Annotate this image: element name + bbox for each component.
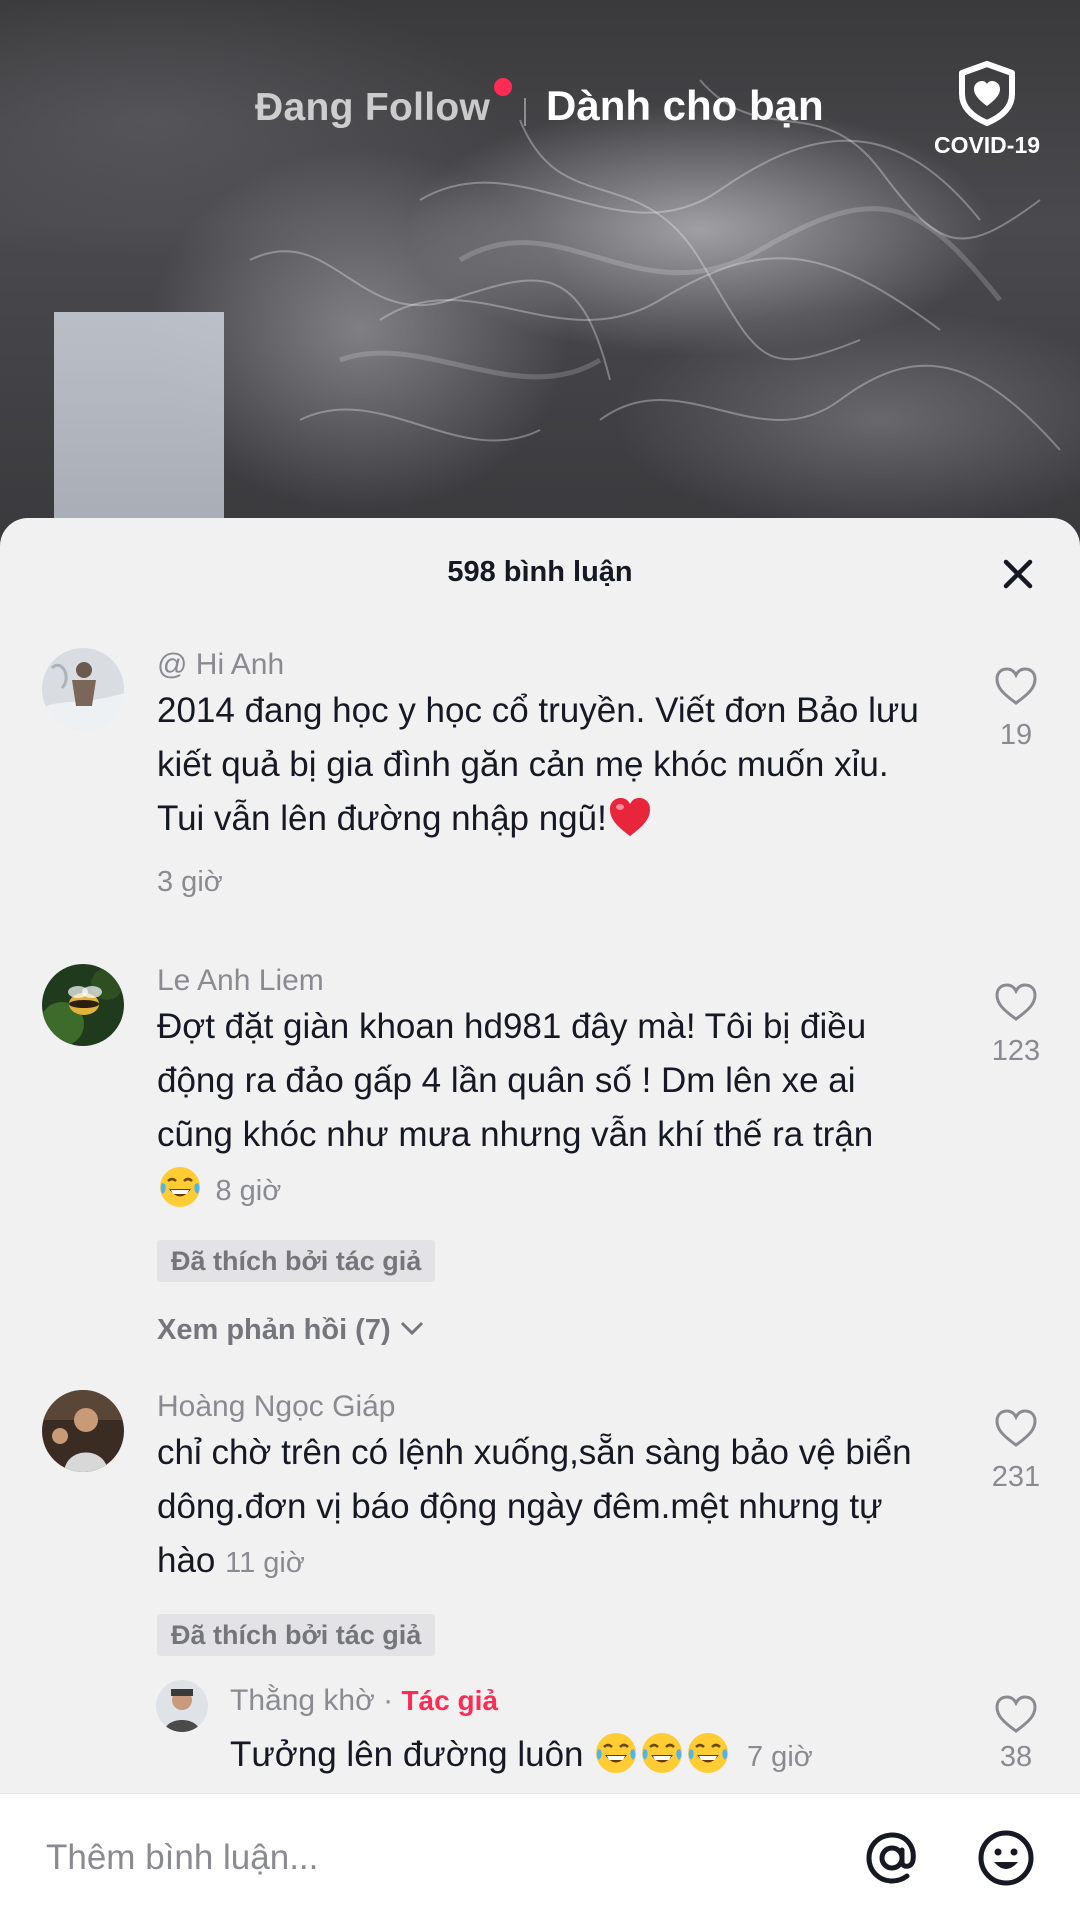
like-button[interactable]: 123: [990, 982, 1042, 1068]
comment-text: 2014 đang học y học cổ truyền. Viết đơn …: [157, 684, 937, 846]
notification-dot: [494, 78, 512, 96]
reply-text: Tưởng lên đường luôn 7 giờ: [230, 1728, 813, 1784]
view-replies-label: Xem phản hồi (7): [157, 1314, 391, 1346]
avatar[interactable]: [42, 1390, 124, 1472]
comment-body: Đợt đặt giàn khoan hd981 đây mà! Tôi bị …: [157, 1007, 874, 1154]
avatar[interactable]: [156, 1680, 208, 1732]
like-button[interactable]: 231: [990, 1408, 1042, 1494]
tears-of-joy-emoji-icon: [160, 1167, 200, 1207]
comment-time: 3 giờ: [157, 866, 223, 898]
top-nav: Đang Follow Dành cho bạn: [0, 78, 1080, 138]
comments-panel: 598 bình luận @ Hi Anh 2014 đang học y h…: [0, 518, 1080, 1920]
comment-input-bar: [0, 1793, 1080, 1921]
at-sign-icon: [866, 1832, 916, 1884]
like-count: 123: [991, 1035, 1041, 1067]
covid-label: COVID-19: [933, 132, 1041, 158]
shield-heart-icon: [959, 61, 1015, 126]
reply-body: Tưởng lên đường luôn: [230, 1735, 584, 1774]
avatar[interactable]: [42, 964, 124, 1046]
red-heart-emoji-icon: [609, 798, 650, 836]
heart-outline-icon: [995, 983, 1037, 1021]
comment-body: 2014 đang học y học cổ truyền. Viết đơn …: [157, 691, 919, 838]
close-icon: [1003, 559, 1033, 589]
tab-following[interactable]: Đang Follow: [255, 86, 490, 130]
comment-time: 8 giờ: [215, 1175, 282, 1207]
comment-time: 11 giờ: [225, 1547, 305, 1579]
comment-username[interactable]: @ Hi Anh: [157, 648, 284, 682]
heart-outline-icon: [995, 667, 1037, 705]
separator-dot: ·: [383, 1684, 394, 1717]
emoji-button[interactable]: [976, 1828, 1036, 1888]
covid-button[interactable]: COVID-19: [922, 60, 1052, 165]
like-button[interactable]: 38: [990, 1694, 1042, 1774]
author-tag: Tác giả: [401, 1685, 498, 1716]
comment-username[interactable]: Le Anh Liem: [157, 964, 324, 998]
view-replies-button[interactable]: Xem phản hồi (7): [157, 1314, 425, 1347]
tears-of-joy-emoji-icon: [642, 1733, 683, 1773]
tears-of-joy-emoji-icon: [596, 1733, 637, 1773]
like-count: 19: [999, 719, 1033, 751]
tears-of-joy-emoji-icon: [688, 1733, 729, 1773]
tab-for-you[interactable]: Dành cho bạn: [546, 82, 824, 130]
liked-by-author-badge: Đã thích bởi tác giả: [157, 1240, 436, 1282]
like-count: 231: [991, 1461, 1041, 1493]
mention-button[interactable]: [862, 1828, 922, 1888]
reply-time: 7 giờ: [747, 1741, 813, 1773]
comment-meta: 8 giờ: [157, 1164, 281, 1218]
liked-by-author-badge: Đã thích bởi tác giả: [157, 1614, 436, 1656]
close-button[interactable]: [996, 552, 1040, 596]
avatar[interactable]: [42, 648, 124, 730]
chevron-down-icon: [400, 1321, 423, 1336]
like-button[interactable]: 19: [990, 666, 1042, 752]
heart-outline-icon: [995, 1409, 1037, 1447]
nav-separator: [524, 98, 526, 126]
add-comment-input[interactable]: [44, 1832, 668, 1884]
comments-count-title: 598 bình luận: [447, 556, 633, 588]
heart-outline-icon: [995, 1695, 1037, 1733]
comment-text: chỉ chờ trên có lệnh xuống,sẵn sàng bảo …: [157, 1426, 937, 1590]
comment-username[interactable]: Hoàng Ngọc Giáp: [157, 1390, 395, 1424]
comment-text: Đợt đặt giàn khoan hd981 đây mà! Tôi bị …: [157, 1000, 937, 1162]
smiley-icon: [978, 1830, 1034, 1886]
like-count: 38: [999, 1741, 1033, 1773]
reply-header: Thằng khờ · Tác giả: [230, 1684, 498, 1718]
reply-username[interactable]: Thằng khờ: [230, 1684, 375, 1717]
